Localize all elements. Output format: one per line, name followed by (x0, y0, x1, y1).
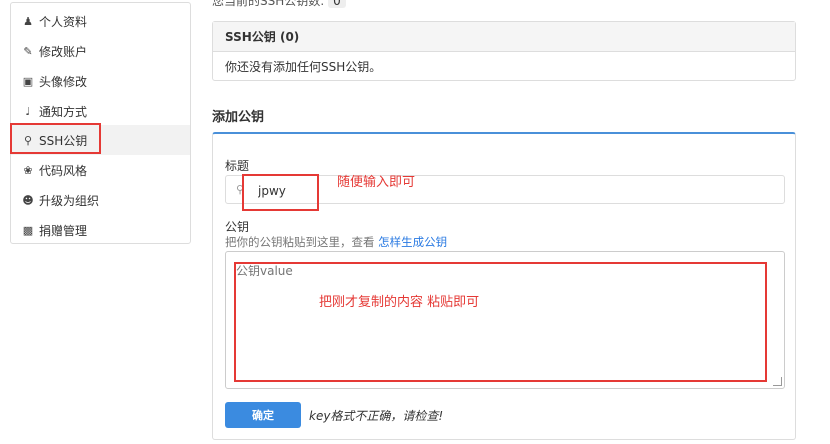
key-textarea[interactable] (226, 252, 784, 388)
sidebar-item-label: 头像修改 (39, 74, 88, 89)
submit-button[interactable]: 确定 (225, 402, 301, 428)
palette-icon: ❀ (23, 163, 33, 177)
ssh-keys-panel-title: SSH公钥 (0) (213, 22, 795, 52)
sidebar-item-label: 修改账户 (39, 44, 88, 59)
sidebar-item-label: 升级为组织 (39, 193, 100, 208)
ssh-key-count-badge: 0 (328, 0, 346, 8)
sidebar-item-notifications[interactable]: ♩ 通知方式 (11, 96, 190, 126)
speaker-icon: ♩ (25, 104, 31, 118)
key-icon: ⚲ (236, 183, 245, 196)
pencil-icon: ✎ (23, 44, 33, 58)
sidebar-item-code-style[interactable]: ❀ 代码风格 (11, 155, 190, 185)
sidebar-item-account[interactable]: ✎ 修改账户 (11, 36, 190, 66)
key-hint: 把你的公钥粘贴到这里，查看 怎样生成公钥 (225, 234, 447, 250)
how-to-generate-key-link[interactable]: 怎样生成公钥 (378, 235, 447, 249)
picture-icon: ▣ (22, 74, 34, 88)
user-icon: ♟ (23, 14, 33, 28)
title-input[interactable] (256, 180, 780, 202)
ssh-key-count-line: 您当前的SSH公钥数: 0 (212, 0, 346, 9)
ssh-keys-empty-text: 你还没有添加任何SSH公钥。 (225, 60, 382, 74)
title-label: 标题 (225, 159, 250, 173)
sidebar-item-avatar[interactable]: ▣ 头像修改 (11, 66, 190, 96)
add-key-section-title: 添加公钥 (212, 110, 265, 125)
sidebar-item-label: 个人资料 (39, 14, 88, 29)
sidebar-item-label: 捐赠管理 (39, 223, 88, 238)
group-icon: ☻ (22, 193, 34, 207)
sidebar-item-donations[interactable]: ▩ 捐赠管理 (11, 215, 190, 245)
settings-sidebar: ♟ 个人资料 ✎ 修改账户 ▣ 头像修改 ♩ 通知方式 ⚲ SSH公钥 ❀ 代码… (10, 2, 191, 244)
key-hint-text: 把你的公钥粘贴到这里，查看 (225, 235, 375, 249)
key-icon: ⚲ (23, 133, 33, 147)
error-message: key格式不正确，请检查! (309, 409, 444, 423)
sidebar-item-upgrade-org[interactable]: ☻ 升级为组织 (11, 185, 190, 215)
sidebar-item-profile[interactable]: ♟ 个人资料 (11, 6, 190, 36)
sidebar-item-label: 代码风格 (39, 163, 88, 178)
ssh-keys-panel: SSH公钥 (0) 你还没有添加任何SSH公钥。 (212, 21, 796, 81)
key-field (225, 251, 785, 389)
sidebar-item-label: SSH公钥 (39, 133, 88, 148)
sidebar-item-ssh-keys[interactable]: ⚲ SSH公钥 (11, 125, 190, 155)
annotation-title-note: 随便输入即可 (337, 175, 416, 190)
sidebar-item-label: 通知方式 (39, 104, 88, 119)
ssh-key-count-text: 您当前的SSH公钥数: (212, 0, 325, 8)
gift-icon: ▩ (22, 223, 34, 237)
title-field: ⚲ (225, 175, 785, 204)
resize-grip[interactable] (773, 377, 782, 386)
key-label: 公钥 (225, 220, 250, 234)
annotation-key-note: 把刚才复制的内容 粘贴即可 (319, 295, 480, 310)
